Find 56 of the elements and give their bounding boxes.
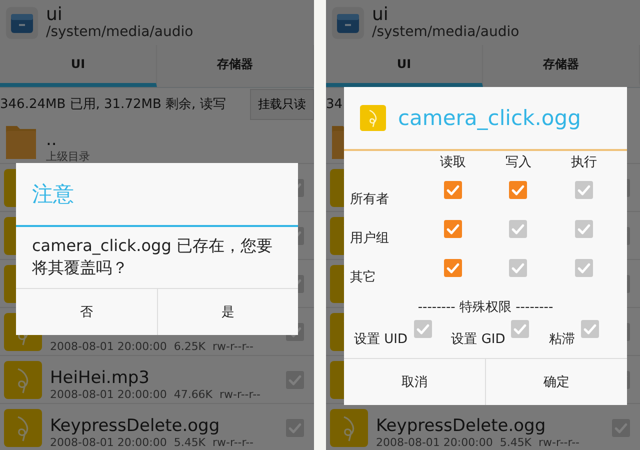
file-name: KeypressDelete.ogg [376,417,547,437]
file-details: 2008-08-01 20:00:00 5.45K rw-r--r-- [376,436,581,450]
permission-checkbox[interactable] [509,259,528,277]
audio-file-icon [4,408,42,446]
mount-read-only-button[interactable]: 挂载只读 [250,88,314,120]
permission-checkbox[interactable] [509,220,528,238]
permission-checkbox[interactable] [575,259,594,277]
permission-checkbox[interactable] [511,320,530,338]
permission-checkbox[interactable] [444,220,462,238]
dialog-title: camera_click.ogg [398,106,581,130]
file-details: 2008-08-01 20:00:00 5.45K rw-r--r-- [50,436,255,450]
tab[interactable]: UI [0,45,157,87]
row-label: 用户组 [350,230,389,247]
permission-checkbox[interactable] [581,320,599,338]
column-header: 读取 [438,154,467,172]
checkbox-label: 粘滞 [549,331,575,348]
folder-path: /system/media/audio [46,24,194,40]
file-name: HeiHei.mp3 [50,369,151,389]
storage-info: 346.24MB 已用, 31.72MB 剩余, 读写 [0,96,226,113]
file-name: .. [46,131,58,151]
audio-file-icon [330,408,368,446]
dialog-button[interactable]: 确定 [486,359,627,405]
app-title: ui [46,4,64,25]
file-details: 2008-08-01 20:00:00 6.25K rw-r--r-- [50,340,255,354]
permission-checkbox[interactable] [444,259,462,277]
file-details: 上级目录 [46,150,91,164]
tab[interactable]: 存储器 [157,45,314,87]
file-checkbox[interactable] [286,370,304,388]
column-header: 写入 [504,154,532,172]
permission-checkbox[interactable] [575,220,594,238]
storage-info: 34 [326,96,343,112]
permission-checkbox[interactable] [414,320,432,338]
file-checkbox[interactable] [612,418,630,436]
checkbox-label: 设置 UID [354,331,408,348]
app-icon [6,6,38,38]
permission-checkbox[interactable] [444,181,462,199]
section-heading: -------- 特殊权限 -------- [416,299,554,317]
file-details: 2008-08-01 20:00:00 47.66K rw-r--r-- [50,388,262,402]
row-label: 所有者 [350,191,389,208]
app-title: ui [372,4,390,25]
audio-file-icon [360,105,386,131]
app-icon [332,6,364,38]
dialog-button[interactable]: 否 [16,288,158,335]
dialog-button[interactable]: 取消 [344,359,486,405]
audio-file-icon [4,360,42,398]
folder-path: /system/media/audio [372,24,520,40]
checkbox-label: 设置 GID [451,331,506,348]
dialog-button[interactable]: 是 [158,288,298,335]
file-name: KeypressDelete.ogg [50,417,221,437]
dialog-title: 注意 [32,181,74,208]
permission-checkbox[interactable] [575,181,594,199]
permission-checkbox[interactable] [509,181,528,199]
row-label: 其它 [350,269,376,286]
dialog-message: camera_click.ogg 已存在，您要将其覆盖吗？ [32,235,274,280]
file-checkbox[interactable] [286,418,304,436]
column-header: 执行 [570,154,598,172]
